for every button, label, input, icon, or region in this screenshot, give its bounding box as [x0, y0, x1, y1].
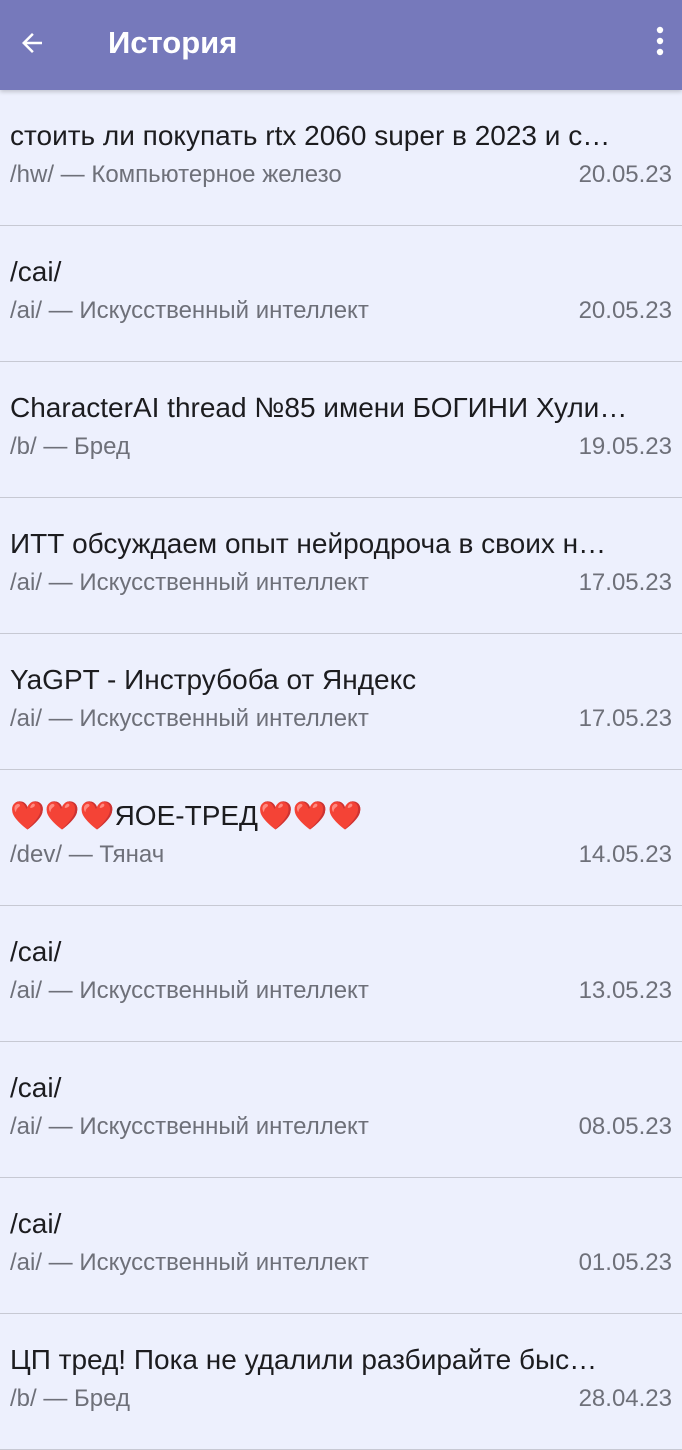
history-item[interactable]: ❤️❤️❤️ЯОЕ-ТРЕД❤️❤️❤️ /dev/ — Тянач 14.05… — [0, 770, 682, 906]
history-item[interactable]: стоить ли покупать rtx 2060 super в 2023… — [0, 90, 682, 226]
thread-title: ❤️❤️❤️ЯОЕ-ТРЕД❤️❤️❤️ — [10, 800, 363, 831]
history-item[interactable]: CharacterAI thread №85 имени БОГИНИ Хули… — [0, 362, 682, 498]
app-bar: История — [0, 0, 682, 90]
history-item[interactable]: ИТТ обсуждаем опыт нейродроча в своих н…… — [0, 498, 682, 634]
history-item[interactable]: YaGPT - Инструбоба от Яндекс /ai/ — Иску… — [0, 634, 682, 770]
thread-title: CharacterAI thread №85 имени БОГИНИ Хули… — [10, 392, 628, 423]
history-item[interactable]: ЦП тред! Пока не удалили разбирайте быс…… — [0, 1314, 682, 1450]
visit-date: 17.05.23 — [578, 705, 672, 732]
thread-title: ЦП тред! Пока не удалили разбирайте быс… — [10, 1344, 598, 1375]
thread-title: стоить ли покупать rtx 2060 super в 2023… — [10, 120, 611, 151]
visit-date: 08.05.23 — [578, 1113, 672, 1140]
visit-date: 19.05.23 — [578, 433, 672, 460]
arrow-left-icon — [17, 28, 47, 58]
visit-date: 20.05.23 — [578, 297, 672, 324]
visit-date: 01.05.23 — [578, 1249, 672, 1276]
board-name: /ai/ — Искусственный интеллект — [10, 1249, 369, 1276]
page-title: История — [108, 25, 238, 60]
board-name: /hw/ — Компьютерное железо — [10, 161, 342, 188]
more-vert-icon — [656, 26, 664, 61]
visit-date: 13.05.23 — [578, 977, 672, 1004]
board-name: /ai/ — Искусственный интеллект — [10, 297, 369, 324]
visit-date: 20.05.23 — [578, 161, 672, 188]
thread-title: /cai/ — [10, 936, 62, 967]
board-name: /ai/ — Искусственный интеллект — [10, 977, 369, 1004]
history-item[interactable]: /cai/ /ai/ — Искусственный интеллект 20.… — [0, 226, 682, 362]
overflow-menu-button[interactable] — [638, 0, 682, 86]
thread-title: /cai/ — [10, 256, 62, 287]
visit-date: 14.05.23 — [578, 841, 672, 868]
board-name: /ai/ — Искусственный интеллект — [10, 569, 369, 596]
visit-date: 17.05.23 — [578, 569, 672, 596]
thread-title: /cai/ — [10, 1072, 62, 1103]
back-button[interactable] — [0, 0, 64, 86]
visit-date: 28.04.23 — [578, 1385, 672, 1412]
history-item[interactable]: /cai/ /ai/ — Искусственный интеллект 01.… — [0, 1178, 682, 1314]
thread-title: ИТТ обсуждаем опыт нейродроча в своих н… — [10, 528, 607, 559]
thread-title: /cai/ — [10, 1208, 62, 1239]
board-name: /dev/ — Тянач — [10, 841, 165, 868]
board-name: /b/ — Бред — [10, 1385, 130, 1412]
board-name: /ai/ — Искусственный интеллект — [10, 705, 369, 732]
board-name: /b/ — Бред — [10, 433, 130, 460]
history-item[interactable]: /cai/ /ai/ — Искусственный интеллект 08.… — [0, 1042, 682, 1178]
thread-title: YaGPT - Инструбоба от Яндекс — [10, 664, 417, 695]
board-name: /ai/ — Искусственный интеллект — [10, 1113, 369, 1140]
history-item[interactable]: /cai/ /ai/ — Искусственный интеллект 13.… — [0, 906, 682, 1042]
history-list: стоить ли покупать rtx 2060 super в 2023… — [0, 90, 682, 1450]
